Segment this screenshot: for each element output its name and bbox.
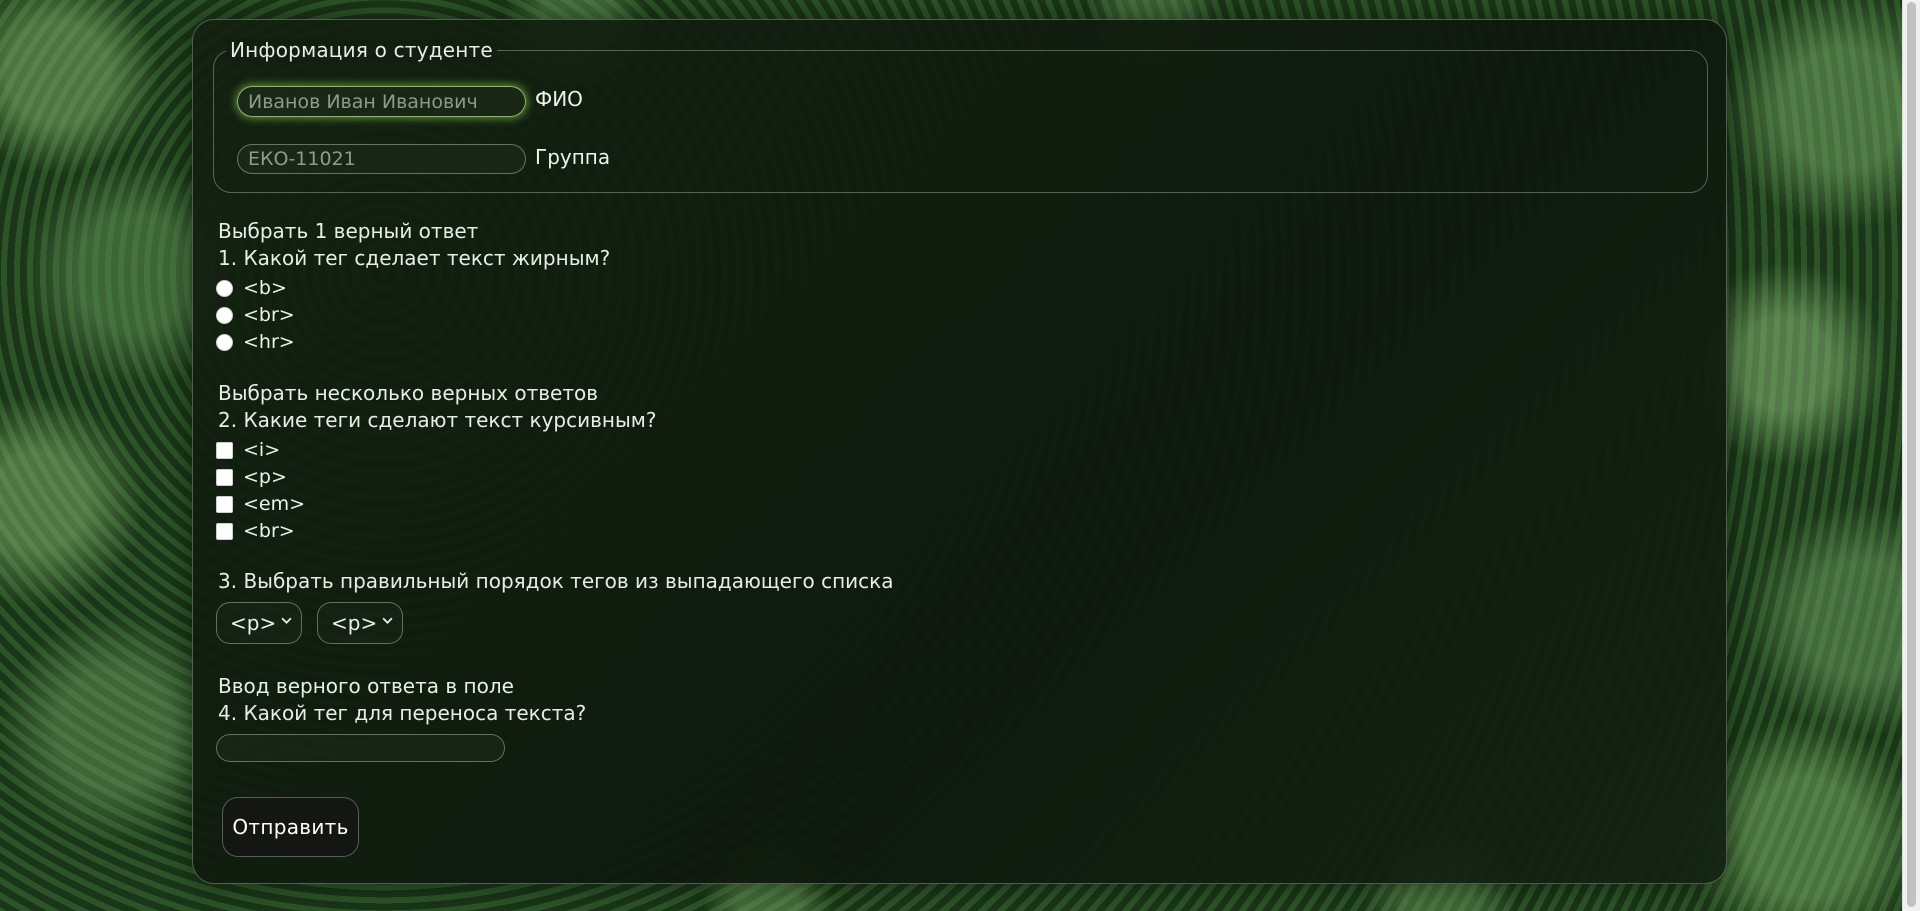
chevron-down-icon bbox=[382, 614, 393, 630]
q1-option-b[interactable]: <b> bbox=[216, 276, 287, 300]
page-scrollbar[interactable] bbox=[1902, 0, 1920, 911]
radio-button[interactable] bbox=[216, 279, 233, 297]
submit-button[interactable]: Отправить bbox=[222, 797, 359, 857]
q4-instruction: Ввод верного ответа в поле bbox=[218, 674, 514, 698]
q1-instruction: Выбрать 1 верный ответ bbox=[218, 219, 479, 243]
q1-option-label: <br> bbox=[243, 304, 295, 326]
radio-button[interactable] bbox=[216, 333, 233, 351]
checkbox[interactable] bbox=[216, 522, 233, 540]
fio-label: ФИО bbox=[535, 87, 583, 111]
tag-order-select-1[interactable]: <p> bbox=[216, 602, 302, 644]
q2-option-label: <p> bbox=[243, 466, 287, 488]
q2-option-label: <i> bbox=[243, 439, 281, 461]
q1-option-br[interactable]: <br> bbox=[216, 303, 295, 327]
tag-order-select-2[interactable]: <p> bbox=[317, 602, 403, 644]
q2-option-i[interactable]: <i> bbox=[216, 438, 280, 462]
student-info-legend: Информация о студенте bbox=[226, 38, 497, 62]
select-value: <p> bbox=[331, 611, 378, 635]
q2-question: 2. Какие теги сделают текст курсивным? bbox=[218, 408, 657, 432]
q2-option-em[interactable]: <em> bbox=[216, 492, 305, 516]
test-form-panel: Информация о студенте ФИО Группа Выбрать… bbox=[192, 19, 1727, 884]
q4-answer-input[interactable] bbox=[216, 734, 505, 762]
q1-option-label: <b> bbox=[243, 277, 287, 299]
chevron-down-icon bbox=[281, 614, 292, 630]
student-info-fieldset: Информация о студенте ФИО Группа bbox=[213, 38, 1708, 193]
checkbox[interactable] bbox=[216, 441, 233, 459]
fio-input[interactable] bbox=[237, 86, 526, 117]
group-input[interactable] bbox=[237, 144, 526, 174]
q1-option-hr[interactable]: <hr> bbox=[216, 330, 295, 354]
select-value: <p> bbox=[230, 611, 277, 635]
q3-question: 3. Выбрать правильный порядок тегов из в… bbox=[218, 569, 894, 593]
q2-option-br[interactable]: <br> bbox=[216, 519, 295, 543]
q1-option-label: <hr> bbox=[243, 331, 295, 353]
radio-button[interactable] bbox=[216, 306, 233, 324]
q2-option-label: <em> bbox=[243, 493, 306, 515]
q2-option-label: <br> bbox=[243, 520, 295, 542]
scrollbar-thumb[interactable] bbox=[1907, 2, 1916, 907]
q2-option-p[interactable]: <p> bbox=[216, 465, 287, 489]
checkbox[interactable] bbox=[216, 468, 233, 486]
group-label: Группа bbox=[535, 145, 611, 169]
q4-question: 4. Какой тег для переноса текста? bbox=[218, 701, 587, 725]
q2-instruction: Выбрать несколько верных ответов bbox=[218, 381, 599, 405]
q1-question: 1. Какой тег сделает текст жирным? bbox=[218, 246, 611, 270]
checkbox[interactable] bbox=[216, 495, 233, 513]
